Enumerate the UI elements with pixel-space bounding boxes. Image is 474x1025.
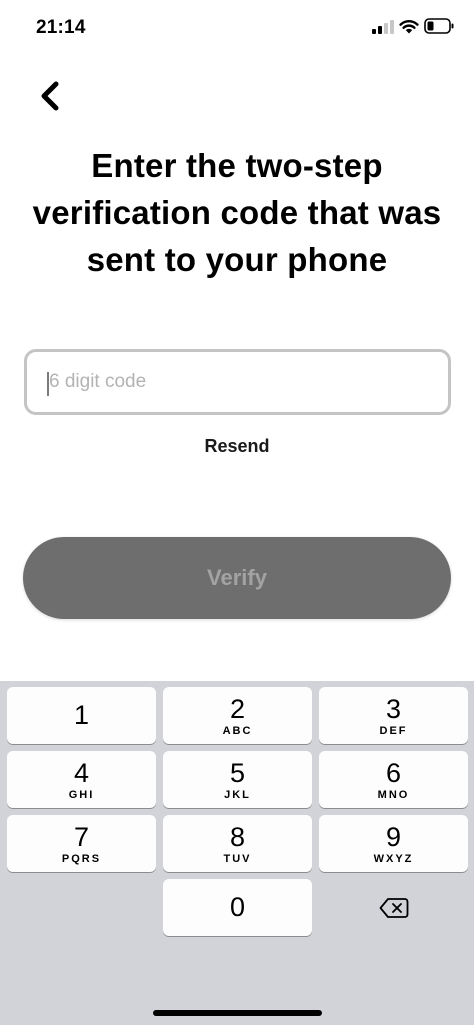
key-4[interactable]: 4 GHI xyxy=(7,751,156,808)
key-8[interactable]: 8 TUV xyxy=(163,815,312,872)
key-digit: 5 xyxy=(229,757,246,788)
key-digit: 3 xyxy=(385,693,402,724)
code-input-container[interactable] xyxy=(24,349,451,415)
key-3[interactable]: 3 DEF xyxy=(319,687,468,744)
key-9[interactable]: 9 WXYZ xyxy=(319,815,468,872)
key-7[interactable]: 7 PQRS xyxy=(7,815,156,872)
key-digit: 4 xyxy=(73,757,90,788)
delete-key[interactable] xyxy=(319,879,468,936)
code-input[interactable] xyxy=(27,352,448,412)
battery-icon xyxy=(424,18,454,34)
status-time: 21:14 xyxy=(36,17,86,38)
text-caret xyxy=(47,372,49,396)
key-5[interactable]: 5 JKL xyxy=(163,751,312,808)
key-1[interactable]: 1 xyxy=(7,687,156,744)
key-letters: WXYZ xyxy=(373,852,414,865)
page-title: Enter the two-step verification code tha… xyxy=(32,147,442,278)
key-6[interactable]: 6 MNO xyxy=(319,751,468,808)
key-letters: ABC xyxy=(222,724,253,737)
verify-button[interactable]: Verify xyxy=(23,537,451,619)
chevron-left-icon xyxy=(41,81,59,111)
key-digit: 1 xyxy=(73,700,90,730)
home-indicator xyxy=(153,1010,322,1016)
key-letters: DEF xyxy=(379,724,408,737)
key-digit: 9 xyxy=(385,821,402,852)
signal-icon xyxy=(372,20,394,34)
backspace-icon xyxy=(379,897,408,918)
key-letters: GHI xyxy=(68,788,95,801)
key-letters: MNO xyxy=(377,788,410,801)
resend-link[interactable]: Resend xyxy=(0,436,474,457)
key-digit: 6 xyxy=(385,757,402,788)
key-letters: PQRS xyxy=(61,852,102,865)
key-digit: 8 xyxy=(229,821,246,852)
key-letters: JKL xyxy=(224,788,251,801)
key-0[interactable]: 0 xyxy=(163,879,312,936)
wifi-icon xyxy=(399,20,419,34)
key-letters: TUV xyxy=(223,852,252,865)
key-2[interactable]: 2 ABC xyxy=(163,687,312,744)
key-digit: 7 xyxy=(73,821,90,852)
numeric-keypad: 1 2 ABC 3 DEF 4 GHI 5 JKL 6 MNO 7 PQRS 8… xyxy=(0,681,474,1025)
status-bar: 21:14 xyxy=(0,0,474,56)
key-digit: 2 xyxy=(229,693,246,724)
key-digit: 0 xyxy=(229,892,246,922)
back-button[interactable] xyxy=(30,76,70,116)
